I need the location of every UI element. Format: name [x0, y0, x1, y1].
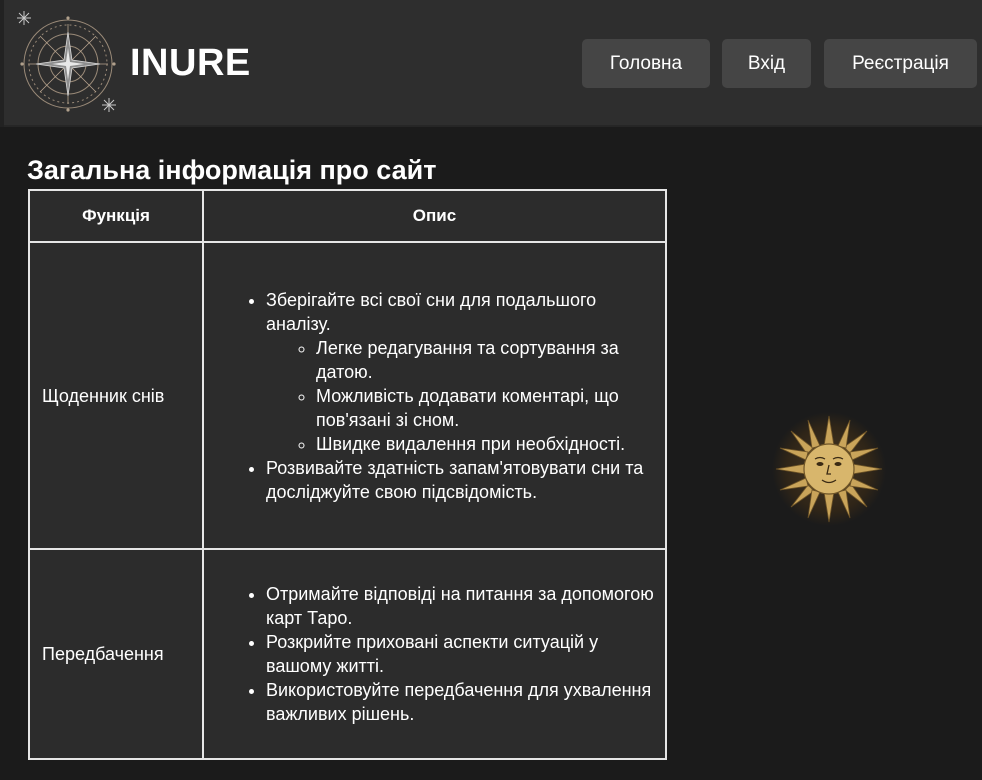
nav-home-button[interactable]: Головна: [582, 39, 710, 88]
function-cell: Передбачення: [28, 548, 204, 760]
sun-face-icon: [772, 412, 886, 526]
site-header: INURE Головна Вхід Реєстрація: [0, 0, 982, 127]
sub-list: Легке редагування та сортування за датою…: [266, 336, 655, 456]
header-edge: [0, 0, 4, 127]
function-cell: Щоденник снів: [28, 241, 204, 550]
table-row: Передбачення Отримайте відповіді на пита…: [28, 548, 667, 760]
list-item: Отримайте відповіді на питання за допомо…: [266, 582, 655, 630]
nav-register-button[interactable]: Реєстрація: [824, 39, 977, 88]
table-header-row: Функція Опис: [28, 189, 667, 243]
sub-list-item: Легке редагування та сортування за датою…: [316, 336, 655, 384]
description-cell: Зберігайте всі свої сни для подальшого а…: [202, 241, 667, 550]
description-list: Отримайте відповіді на питання за допомо…: [204, 582, 655, 726]
list-item: Розвивайте здатність запам'ятовувати сни…: [266, 456, 655, 504]
column-header-function: Функція: [28, 189, 204, 243]
list-item: Зберігайте всі свої сни для подальшого а…: [266, 288, 655, 456]
compass-star-logo-icon[interactable]: [14, 10, 122, 118]
page-title: Загальна інформація про сайт: [27, 155, 437, 185]
sub-list-item: Можливість додавати коментарі, що пов'яз…: [316, 384, 655, 432]
description-list: Зберігайте всі свої сни для подальшого а…: [204, 288, 655, 504]
features-table: Функція Опис Щоденник снів Зберігайте вс…: [28, 189, 667, 760]
column-header-description: Опис: [202, 189, 667, 243]
description-cell: Отримайте відповіді на питання за допомо…: [202, 548, 667, 760]
nav-login-button[interactable]: Вхід: [722, 39, 811, 88]
brand-name[interactable]: INURE: [130, 40, 251, 86]
sub-list-item: Швидке видалення при необхідності.: [316, 432, 655, 456]
list-item: Розкрийте приховані аспекти ситуацій у в…: [266, 630, 655, 678]
table-row: Щоденник снів Зберігайте всі свої сни дл…: [28, 241, 667, 550]
list-item-text: Зберігайте всі свої сни для подальшого а…: [266, 289, 597, 334]
list-item: Використовуйте передбачення для ухваленн…: [266, 678, 655, 726]
